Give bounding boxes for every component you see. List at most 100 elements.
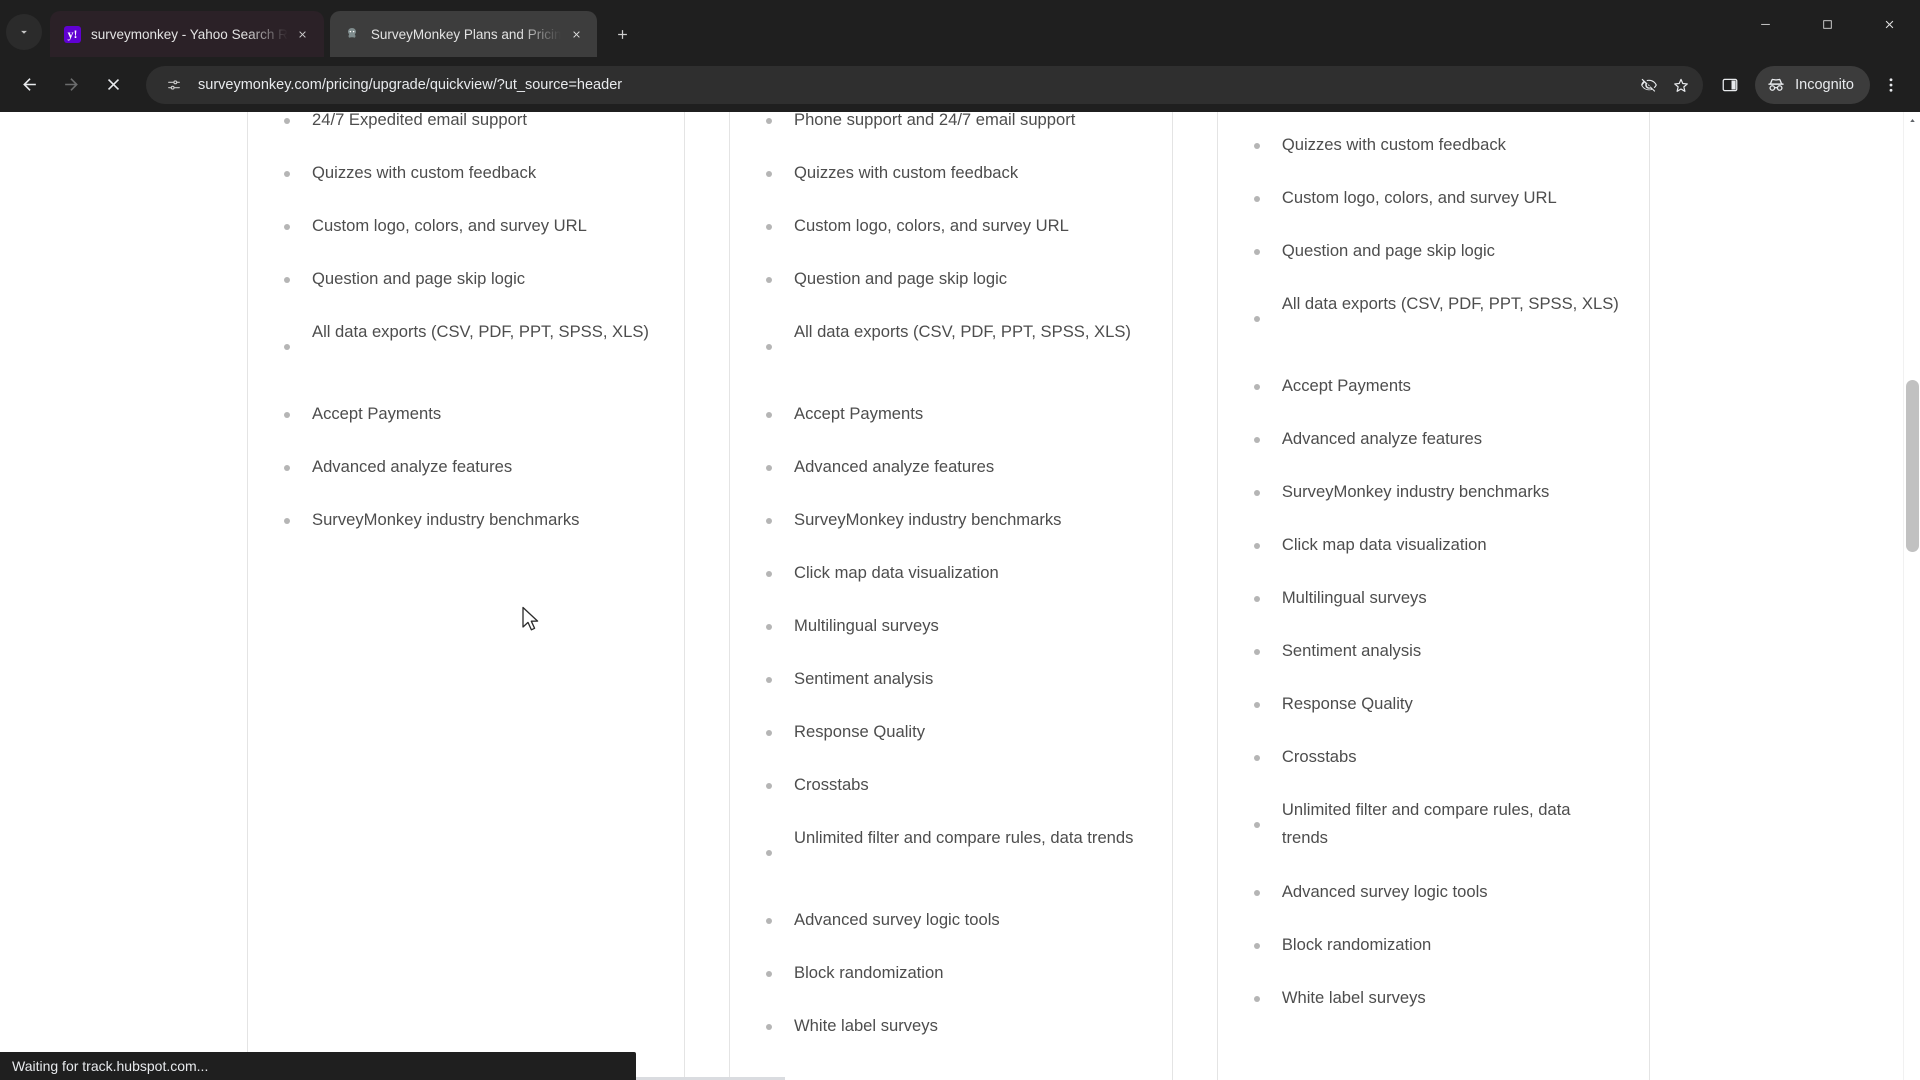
bullet-icon	[766, 465, 773, 471]
feature-label: Question and page skip logic	[312, 269, 526, 288]
address-bar[interactable]: surveymonkey.com/pricing/upgrade/quickvi…	[146, 65, 1704, 104]
feature-item: Quizzes with custom feedback	[752, 159, 1150, 212]
feature-label: Quizzes with custom feedback	[1281, 135, 1506, 154]
bullet-icon	[766, 677, 773, 683]
bullet-icon	[284, 344, 290, 350]
bullet-icon	[1253, 943, 1260, 949]
back-button[interactable]	[10, 66, 48, 104]
chevron-up-icon	[1910, 119, 1915, 122]
feature-item: support***	[1240, 112, 1627, 131]
feature-label: Block randomization	[1281, 935, 1432, 954]
bullet-icon	[766, 624, 773, 630]
browser-window: y! surveymonkey - Yahoo Search R SurveyM…	[0, 0, 1920, 1080]
side-panel-button[interactable]	[1711, 66, 1749, 104]
browser-toolbar: surveymonkey.com/pricing/upgrade/quickvi…	[0, 57, 1920, 112]
scroll-up-button[interactable]	[1904, 112, 1920, 129]
forward-button[interactable]	[52, 66, 90, 104]
plus-icon	[618, 29, 627, 39]
feature-item: Multilingual surveys	[1240, 584, 1627, 637]
feature-label: Advanced analyze features	[794, 457, 995, 476]
feature-label: Multilingual surveys	[794, 616, 939, 635]
bookmark-button[interactable]	[1665, 69, 1697, 101]
bullet-icon	[766, 971, 773, 977]
feature-label: Accept Payments	[794, 404, 924, 423]
bullet-icon	[284, 277, 290, 283]
page-scrollbar[interactable]	[1903, 112, 1920, 1080]
url-text[interactable]: surveymonkey.com/pricing/upgrade/quickvi…	[198, 77, 1633, 93]
column-gap-1	[685, 112, 730, 1080]
feature-item: Sentiment analysis	[1240, 637, 1627, 690]
tab-search-button[interactable]	[6, 14, 42, 50]
close-icon	[573, 30, 580, 38]
feature-item: Advanced analyze features	[1240, 425, 1627, 478]
site-settings-button[interactable]	[160, 71, 188, 99]
feature-label: Multilingual surveys	[1281, 588, 1427, 607]
feature-item: 24/7 Expedited email support	[270, 112, 662, 159]
feature-item: Accept Payments	[1240, 372, 1627, 425]
close-icon	[299, 30, 307, 38]
minimize-button[interactable]	[1734, 0, 1796, 49]
feature-list-2: Phone support and 24/7 email support Quiz…	[752, 112, 1150, 1065]
feature-item: Click map data visualization	[752, 559, 1150, 612]
three-dot-menu-icon	[1889, 77, 1893, 92]
feature-item: Custom logo, colors, and survey URL	[1240, 184, 1627, 237]
feature-label: Sentiment analysis	[794, 669, 934, 688]
feature-item: Sentiment analysis	[752, 665, 1150, 718]
feature-label: Question and page skip logic	[1281, 241, 1495, 260]
tab-surveymonkey-pricing[interactable]: SurveyMonkey Plans and Pricin	[329, 11, 598, 57]
status-bubble: Waiting for track.hubspot.com...	[0, 1052, 636, 1080]
feature-label: Quizzes with custom feedback	[312, 163, 537, 182]
scrollbar-thumb[interactable]	[1906, 380, 1919, 552]
plan-comparison-columns: 24/7 Expedited email support Quizzes with…	[247, 112, 1650, 1080]
bullet-icon	[284, 412, 290, 418]
tab-strip: y! surveymonkey - Yahoo Search R SurveyM…	[0, 0, 1920, 57]
bullet-icon	[766, 918, 773, 924]
tab-close-button[interactable]	[565, 23, 587, 45]
browser-menu-button[interactable]	[1872, 66, 1910, 104]
bullet-icon	[284, 465, 290, 471]
stop-loading-button[interactable]	[94, 66, 132, 104]
bullet-icon	[766, 1024, 773, 1030]
bullet-icon	[1253, 996, 1260, 1002]
tab-close-button[interactable]	[292, 23, 314, 45]
bullet-icon	[1253, 890, 1260, 896]
bullet-icon	[766, 412, 773, 418]
feature-item: Unlimited filter and compare rules, data…	[1240, 796, 1627, 878]
bullet-icon	[284, 224, 290, 230]
feature-label: Unlimited filter and compare rules, data…	[1281, 800, 1571, 847]
feature-label: Click map data visualization	[794, 563, 999, 582]
feature-label: 24/7 Expedited email support	[312, 112, 527, 129]
new-tab-button[interactable]	[605, 17, 639, 51]
maximize-button[interactable]	[1796, 0, 1858, 49]
plan-column-1: 24/7 Expedited email support Quizzes with…	[247, 112, 686, 1080]
bullet-icon	[1253, 596, 1260, 602]
bullet-icon	[1253, 384, 1260, 390]
feature-label: All data exports (CSV, PDF, PPT, SPSS, X…	[1281, 294, 1619, 313]
tracking-protection-button[interactable]	[1633, 69, 1665, 101]
window-close-button[interactable]	[1858, 0, 1920, 49]
bullet-icon	[284, 171, 290, 177]
pricing-quickview-page: 24/7 Expedited email support Quizzes with…	[0, 112, 1903, 1080]
yahoo-icon: y!	[64, 25, 81, 43]
feature-label: Unlimited filter and compare rules, data…	[794, 828, 1134, 847]
star-icon	[1674, 78, 1689, 92]
forward-arrow-icon	[64, 78, 78, 91]
feature-item: White label surveys	[752, 1012, 1150, 1065]
feature-label: Advanced analyze features	[1281, 429, 1483, 448]
feature-label: Advanced survey logic tools	[1281, 882, 1488, 901]
bullet-icon	[1253, 755, 1260, 761]
bullet-icon	[766, 518, 773, 524]
feature-item: Advanced survey logic tools	[752, 906, 1150, 959]
feature-list-3: support*** Quizzes with custom feedback Cu…	[1240, 112, 1627, 1037]
feature-item: Unlimited filter and compare rules, data…	[752, 824, 1150, 906]
incognito-label: Incognito	[1795, 76, 1854, 93]
tab-yahoo-search[interactable]: y! surveymonkey - Yahoo Search R	[50, 11, 324, 57]
eye-off-icon	[1641, 78, 1658, 92]
back-arrow-icon	[22, 78, 36, 91]
column-gap-2	[1172, 112, 1217, 1080]
side-panel-icon	[1722, 78, 1738, 91]
feature-item: Response Quality	[1240, 690, 1627, 743]
incognito-indicator[interactable]: Incognito	[1755, 65, 1870, 104]
feature-item: Crosstabs	[752, 771, 1150, 824]
bullet-icon	[1253, 490, 1260, 496]
